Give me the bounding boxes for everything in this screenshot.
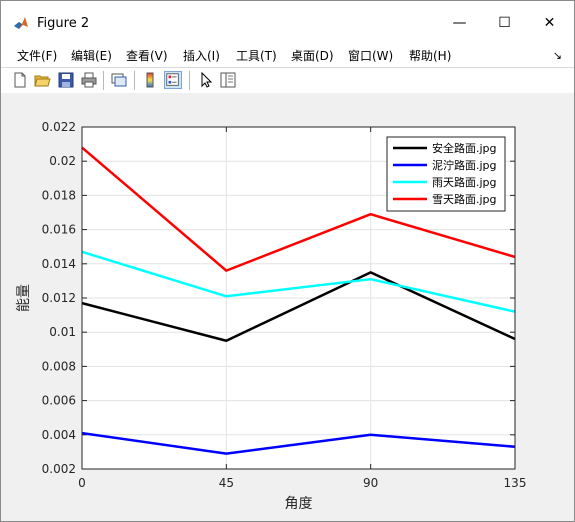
toolbar — [1, 67, 574, 94]
menu-edit[interactable]: 编辑(E) — [71, 45, 112, 67]
cursor-icon[interactable] — [197, 71, 215, 89]
link-plot-icon[interactable] — [110, 71, 128, 89]
dock-arrow-icon[interactable]: ↘ — [553, 45, 562, 67]
figure-canvas: 0 45 90 135 0.002 0.004 0.006 0.008 0.01 0.012 0.… — [1, 93, 574, 521]
x-tick-label: 45 — [219, 476, 234, 490]
menu-file[interactable]: 文件(F) — [17, 45, 57, 67]
toolbar-separator — [189, 71, 190, 90]
y-tick-label: 0.01 — [49, 325, 76, 339]
title-bar: Figure 2 — ☐ ✕ — [1, 1, 574, 45]
x-tick-label: 135 — [504, 476, 527, 490]
legend-label: 安全路面.jpg — [432, 141, 497, 155]
x-tick-label: 0 — [78, 476, 86, 490]
menu-help[interactable]: 帮助(H) — [409, 45, 451, 67]
y-tick-label: 0.016 — [42, 223, 76, 237]
line-chart[interactable]: 0 45 90 135 0.002 0.004 0.006 0.008 0.01 0.012 0.… — [1, 93, 574, 521]
x-tick-label: 90 — [363, 476, 378, 490]
menu-tools[interactable]: 工具(T) — [236, 45, 277, 67]
menu-window[interactable]: 窗口(W) — [348, 45, 393, 67]
y-tick-label: 0.02 — [49, 154, 76, 168]
save-icon[interactable] — [57, 71, 75, 89]
legend-label: 雨天路面.jpg — [432, 176, 497, 189]
property-inspector-icon[interactable] — [219, 71, 237, 89]
legend-label: 泥泞路面.jpg — [432, 159, 497, 172]
menu-insert[interactable]: 插入(I) — [183, 45, 220, 67]
open-folder-icon[interactable] — [33, 71, 51, 89]
y-tick-label: 0.002 — [42, 462, 76, 476]
y-tick-label: 0.014 — [42, 257, 76, 271]
menu-bar: 文件(F) 编辑(E) 查看(V) 插入(I) 工具(T) 桌面(D) 窗口(W… — [1, 45, 574, 67]
print-icon[interactable] — [80, 71, 98, 89]
legend[interactable]: 安全路面.jpg 泥泞路面.jpg 雨天路面.jpg 雪天路面.jpg — [386, 136, 506, 212]
y-axis-label: 能量 — [16, 284, 32, 312]
y-tick-label: 0.022 — [42, 120, 76, 134]
colorbar-icon[interactable] — [141, 71, 159, 89]
y-tick-label: 0.006 — [42, 394, 76, 408]
toolbar-separator — [103, 71, 104, 90]
menu-desktop[interactable]: 桌面(D) — [291, 45, 334, 67]
figure-window: Figure 2 — ☐ ✕ 文件(F) 编辑(E) 查看(V) 插入(I) 工… — [0, 0, 575, 522]
legend-label: 雪天路面.jpg — [432, 193, 497, 206]
matlab-icon — [14, 17, 28, 29]
toolbar-separator — [134, 71, 135, 90]
maximize-icon: ☐ — [498, 15, 511, 31]
close-button[interactable]: ✕ — [527, 1, 572, 45]
minimize-icon: — — [452, 15, 467, 31]
window-title: Figure 2 — [37, 16, 90, 31]
minimize-button[interactable]: — — [437, 1, 482, 45]
x-axis-label: 角度 — [285, 496, 313, 512]
menu-view[interactable]: 查看(V) — [126, 45, 168, 67]
y-tick-label: 0.008 — [42, 359, 76, 373]
y-tick-label: 0.004 — [42, 428, 76, 442]
y-tick-label: 0.012 — [42, 291, 76, 305]
y-tick-label: 0.018 — [42, 188, 76, 202]
legend-icon[interactable] — [164, 71, 182, 89]
maximize-button[interactable]: ☐ — [482, 1, 527, 45]
close-icon: ✕ — [543, 15, 556, 31]
new-figure-icon[interactable] — [11, 71, 29, 89]
